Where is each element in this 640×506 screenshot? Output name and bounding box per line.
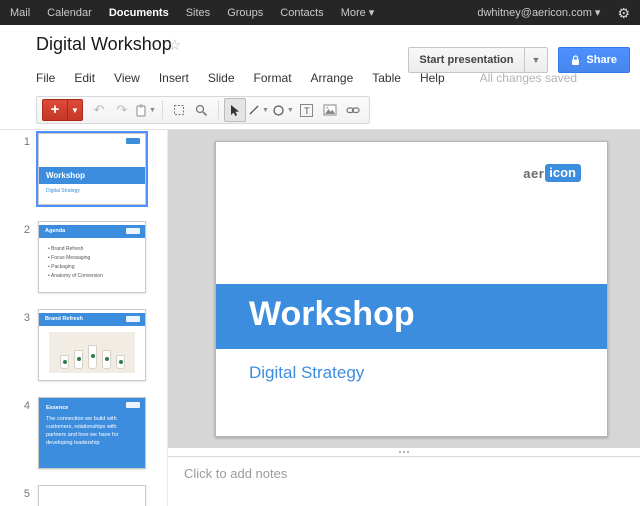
chevron-down-icon: ▼ <box>286 106 294 114</box>
new-slide-chevron-icon[interactable]: ▼ <box>68 99 83 121</box>
bullet-item: Anatomy of Conversion <box>48 272 103 281</box>
lock-icon <box>571 54 580 66</box>
chevron-down-icon: ▼ <box>261 106 269 114</box>
undo-button[interactable]: ↶ <box>88 98 110 122</box>
slide-number: 5 <box>23 488 30 500</box>
thumb-header-band: Agenda <box>39 225 145 238</box>
slide-number: 2 <box>23 224 30 236</box>
menu-slide[interactable]: Slide <box>208 71 235 85</box>
cup-image <box>73 350 83 369</box>
slide-title-band[interactable]: Workshop <box>216 284 607 349</box>
line-tool-button[interactable]: ▼ <box>247 98 270 122</box>
bullet-item: Packaging <box>48 263 103 272</box>
redo-button[interactable]: ↷ <box>111 98 133 122</box>
account-menu[interactable]: dwhitney@aericon.com ▾ <box>477 6 600 19</box>
link-icon <box>346 104 360 116</box>
insert-image-button[interactable] <box>319 98 341 122</box>
cup-image <box>101 350 111 369</box>
thumb-title-band: Workshop <box>39 167 145 184</box>
menu-arrange[interactable]: Arrange <box>311 71 354 85</box>
nav-documents[interactable]: Documents <box>109 7 169 19</box>
slide-title[interactable]: Workshop <box>216 284 607 334</box>
aericon-logo-mini <box>126 228 140 234</box>
toolbar-separator <box>161 101 163 119</box>
new-slide-button[interactable]: + ▼ <box>42 99 83 121</box>
slide-number: 4 <box>23 400 30 412</box>
select-tool-button[interactable] <box>223 98 246 122</box>
notes-input[interactable]: Click to add notes <box>184 466 640 481</box>
slide-thumbnail-4[interactable]: Essence The connection we build with cus… <box>38 397 146 469</box>
web-clipboard-button[interactable]: ▼ <box>134 98 157 122</box>
bullet-item: Brand Refresh <box>48 245 103 254</box>
slide-number: 1 <box>23 136 30 148</box>
slide-number: 3 <box>23 312 30 324</box>
plus-icon[interactable]: + <box>42 99 68 121</box>
menu-edit[interactable]: Edit <box>74 71 95 85</box>
notes-resize-handle[interactable] <box>168 448 640 457</box>
zoom-fit-button[interactable] <box>168 98 190 122</box>
nav-contacts[interactable]: Contacts <box>280 7 323 19</box>
gear-icon[interactable]: ⚙ <box>617 6 630 20</box>
notes-panel: Click to add notes <box>168 448 640 506</box>
chevron-down-icon: ▼ <box>149 106 156 114</box>
shape-tool-button[interactable]: ▼ <box>271 98 295 122</box>
star-icon[interactable]: ☆ <box>168 36 181 54</box>
cups-photo <box>49 332 135 373</box>
aericon-logo-mini <box>126 138 140 144</box>
save-status: All changes saved <box>479 71 578 85</box>
slide-thumbnail-5[interactable] <box>38 485 146 506</box>
menu-insert[interactable]: Insert <box>159 71 189 85</box>
nav-groups[interactable]: Groups <box>227 7 263 19</box>
clipboard-icon <box>135 104 147 117</box>
nav-mail[interactable]: Mail <box>10 7 30 19</box>
aericon-logo-mini <box>126 402 140 408</box>
text-box-button[interactable]: T <box>296 98 318 122</box>
menu-view[interactable]: View <box>114 71 140 85</box>
nav-more[interactable]: More ▾ <box>341 6 375 19</box>
menu-help[interactable]: Help <box>420 71 445 85</box>
logo-suffix: icon <box>545 164 581 182</box>
thumb-bullet-list: Brand Refresh Focus Messaging Packaging … <box>48 245 103 281</box>
slide-subtitle[interactable]: Digital Strategy <box>249 363 364 383</box>
toolbar: + ▼ ↶ ↷ ▼ ▼ ▼ T <box>36 96 370 124</box>
shape-circle-icon <box>272 104 285 117</box>
menu-format[interactable]: Format <box>254 71 292 85</box>
toolbar-separator <box>217 101 219 119</box>
nav-calendar[interactable]: Calendar <box>47 7 92 19</box>
menu-table[interactable]: Table <box>372 71 401 85</box>
aericon-logo-mini <box>126 316 140 322</box>
thumb-title: Workshop <box>46 171 85 180</box>
zoom-fit-icon <box>173 104 185 116</box>
cup-image <box>115 355 125 369</box>
thumb-subtitle: Digital Strategy <box>46 188 80 194</box>
bullet-item: Focus Messaging <box>48 254 103 263</box>
thumb-header-band: Brand Refresh <box>39 313 145 326</box>
menu-bar: File Edit View Insert Slide Format Arran… <box>36 69 577 87</box>
cursor-arrow-icon <box>229 104 240 117</box>
cup-image <box>87 345 97 369</box>
slide-thumbnail-2[interactable]: Agenda Brand Refresh Focus Messaging Pac… <box>38 221 146 293</box>
slide-thumbnail-1[interactable]: Workshop Digital Strategy <box>36 131 148 207</box>
slide-editor[interactable]: aer icon Workshop Digital Strategy <box>215 141 608 437</box>
share-label: Share <box>586 54 617 66</box>
google-bar: Mail Calendar Documents Sites Groups Con… <box>0 0 640 25</box>
thumb-body-text: The connection we build with customers, … <box>46 416 119 446</box>
aericon-logo: aer icon <box>523 164 581 182</box>
line-icon <box>248 104 260 116</box>
magnifier-icon <box>195 104 208 117</box>
slide-thumbnail-3[interactable]: Brand Refresh <box>38 309 146 381</box>
thumb-title: Essence <box>46 405 69 411</box>
cup-image <box>59 355 69 369</box>
toolbar-row: + ▼ ↶ ↷ ▼ ▼ ▼ T <box>0 92 640 130</box>
logo-prefix: aer <box>523 165 545 181</box>
zoom-button[interactable] <box>191 98 213 122</box>
app-window: Mail Calendar Documents Sites Groups Con… <box>0 0 640 506</box>
slide-canvas: aer icon Workshop Digital Strategy <box>168 130 640 448</box>
image-icon <box>323 104 337 116</box>
insert-link-button[interactable] <box>342 98 364 122</box>
text-box-icon: T <box>300 103 314 117</box>
menu-file[interactable]: File <box>36 71 55 85</box>
page-title: Digital Workshop <box>36 34 172 54</box>
nav-sites[interactable]: Sites <box>186 7 210 19</box>
